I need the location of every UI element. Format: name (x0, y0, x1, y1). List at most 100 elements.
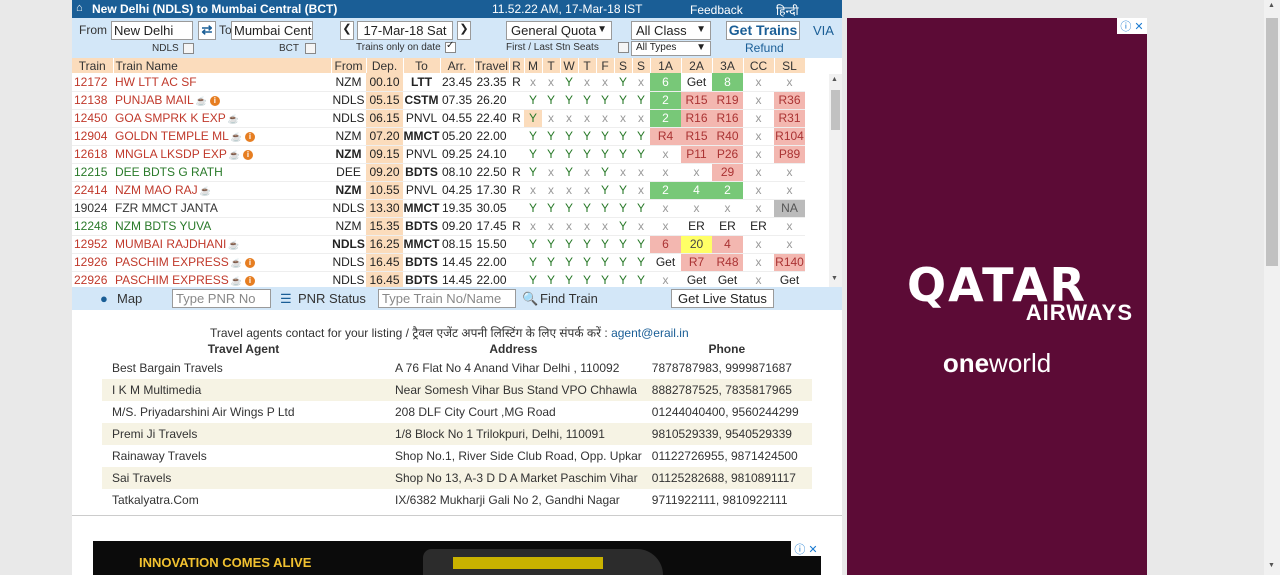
col-header[interactable]: Dep. (366, 58, 404, 73)
train-number[interactable]: 12904 (72, 127, 113, 146)
train-number[interactable]: 12952 (72, 235, 113, 254)
col-header[interactable]: Arr. (440, 58, 475, 73)
train-number[interactable]: 12138 (72, 91, 113, 110)
class-availability[interactable]: ER (743, 217, 774, 236)
types-select[interactable]: All Types ▼ (631, 41, 711, 56)
qatar-airways-ad[interactable]: ⓘ ✕ QATAR AIRWAYS oneworld (847, 18, 1147, 575)
train-name[interactable]: NZM MAO RAJ ☕ (113, 181, 331, 200)
class-availability[interactable]: R48 (712, 253, 743, 272)
trains-only-checkbox[interactable] (445, 40, 456, 53)
train-number[interactable]: 19024 (72, 199, 113, 218)
class-availability[interactable]: P26 (712, 145, 743, 164)
next-date-button[interactable]: ❯ (457, 21, 471, 40)
pnr-status-link[interactable]: PNR Status (298, 291, 366, 306)
class-availability[interactable]: x (650, 145, 681, 164)
class-availability[interactable]: x (681, 199, 712, 218)
scroll-down-icon[interactable]: ▼ (1268, 562, 1275, 569)
col-header[interactable]: Train Name (113, 58, 332, 73)
train-name[interactable]: PASCHIM EXPRESS ☕ i (113, 271, 331, 287)
col-header[interactable]: To (403, 58, 441, 73)
col-header[interactable]: T (578, 58, 597, 73)
class-availability[interactable]: 2 (650, 91, 681, 110)
class-availability[interactable]: ER (712, 217, 743, 236)
class-availability[interactable]: x (743, 271, 774, 287)
scroll-thumb[interactable] (831, 90, 840, 130)
ad-close-icon[interactable]: ⓘ ✕ (1117, 18, 1147, 34)
class-select[interactable]: All Class ▼ (631, 21, 711, 40)
class-availability[interactable]: R7 (681, 253, 712, 272)
scroll-down-icon[interactable]: ▼ (831, 275, 838, 282)
class-availability[interactable]: x (743, 73, 774, 92)
to-code-checkbox[interactable] (305, 43, 316, 54)
col-header[interactable]: W (560, 58, 579, 73)
class-availability[interactable]: Get (681, 73, 712, 92)
table-row[interactable]: 22414 NZM MAO RAJ ☕ NZM 10.55 PNVL 04.25 17.30 R… (72, 181, 805, 200)
table-row[interactable]: 12172 HW LTT AC SF NZM 00.10 LTT 23.45 23.35 Rx… (72, 73, 805, 92)
train-name[interactable]: MUMBAI RAJDHANI ☕ (113, 235, 331, 254)
class-availability[interactable]: NA (774, 199, 805, 218)
scroll-up-icon[interactable]: ▲ (831, 76, 838, 83)
globe-icon[interactable]: ● (100, 291, 108, 306)
class-availability[interactable]: 2 (712, 181, 743, 200)
class-availability[interactable]: x (743, 91, 774, 110)
class-availability[interactable]: R140 (774, 253, 805, 272)
train-name[interactable]: DEE BDTS G RATH (113, 163, 331, 182)
get-trains-button[interactable]: Get Trains (726, 21, 800, 40)
table-row[interactable]: 12215 DEE BDTS G RATH DEE 09.20 BDTS 08.10 22.… (72, 163, 805, 182)
pnr-input[interactable]: Type PNR No (172, 289, 271, 308)
class-availability[interactable]: Get (774, 271, 805, 287)
page-scrollbar[interactable]: ▲ ▼ (1264, 0, 1280, 575)
train-number[interactable]: 22414 (72, 181, 113, 200)
class-availability[interactable]: R31 (774, 109, 805, 128)
train-name[interactable]: HW LTT AC SF (113, 73, 331, 92)
col-header[interactable]: 2A (681, 58, 713, 73)
class-availability[interactable]: 29 (712, 163, 743, 182)
refund-link[interactable]: Refund (745, 41, 784, 55)
banner-ad[interactable]: INNOVATION COMES ALIVE ⓘ ✕ (93, 541, 821, 575)
class-availability[interactable]: R16 (712, 109, 743, 128)
col-header[interactable]: S (614, 58, 633, 73)
ad-close-icon[interactable]: ⓘ ✕ (791, 541, 821, 556)
col-header[interactable]: CC (743, 58, 775, 73)
col-header[interactable]: R (509, 58, 525, 73)
class-availability[interactable]: R16 (681, 109, 712, 128)
col-header[interactable]: 1A (650, 58, 682, 73)
class-availability[interactable]: 2 (650, 181, 681, 200)
class-availability[interactable]: x (650, 271, 681, 287)
class-availability[interactable]: 20 (681, 235, 712, 254)
info-icon[interactable]: i (245, 275, 256, 286)
col-header[interactable]: M (524, 58, 543, 73)
class-availability[interactable]: x (712, 199, 743, 218)
class-availability[interactable]: x (774, 235, 805, 254)
class-availability[interactable]: x (743, 199, 774, 218)
train-number[interactable]: 12450 (72, 109, 113, 128)
train-number[interactable]: 12926 (72, 253, 113, 272)
info-icon[interactable]: i (243, 149, 254, 160)
class-availability[interactable]: 6 (650, 235, 681, 254)
scroll-up-icon[interactable]: ▲ (1268, 2, 1275, 9)
table-row[interactable]: 12904 GOLDN TEMPLE ML ☕ i NZM 07.20 MMCT 05.20 2… (72, 127, 805, 146)
class-availability[interactable]: R15 (681, 91, 712, 110)
class-availability[interactable]: x (681, 163, 712, 182)
train-number[interactable]: 12248 (72, 217, 113, 236)
from-code-checkbox[interactable] (183, 43, 194, 54)
train-number[interactable]: 22926 (72, 271, 113, 287)
table-row[interactable]: 12248 NZM BDTS YUVA NZM 15.35 BDTS 09.20 17.45… (72, 217, 805, 236)
class-availability[interactable]: x (650, 217, 681, 236)
class-availability[interactable]: x (774, 217, 805, 236)
class-availability[interactable]: x (743, 235, 774, 254)
class-availability[interactable]: x (743, 145, 774, 164)
train-number[interactable]: 12172 (72, 73, 113, 92)
prev-date-button[interactable]: ❮ (340, 21, 354, 40)
table-row[interactable]: 22926 PASCHIM EXPRESS ☕ i NDLS 16.45 BDTS 14.45… (72, 271, 805, 287)
col-header[interactable]: T (542, 58, 561, 73)
class-availability[interactable]: 8 (712, 73, 743, 92)
class-availability[interactable]: 6 (650, 73, 681, 92)
table-row[interactable]: 12952 MUMBAI RAJDHANI ☕ NDLS 16.25 MMCT 08.15 1… (72, 235, 805, 254)
class-availability[interactable]: R40 (712, 127, 743, 146)
class-availability[interactable]: 4 (681, 181, 712, 200)
table-row[interactable]: 19024 FZR MMCT JANTA NDLS 13.30 MMCT 19.35 30.… (72, 199, 805, 218)
train-search-input[interactable]: Type Train No/Name (378, 289, 516, 308)
class-availability[interactable]: R4 (650, 127, 681, 146)
info-icon[interactable]: i (245, 131, 256, 142)
